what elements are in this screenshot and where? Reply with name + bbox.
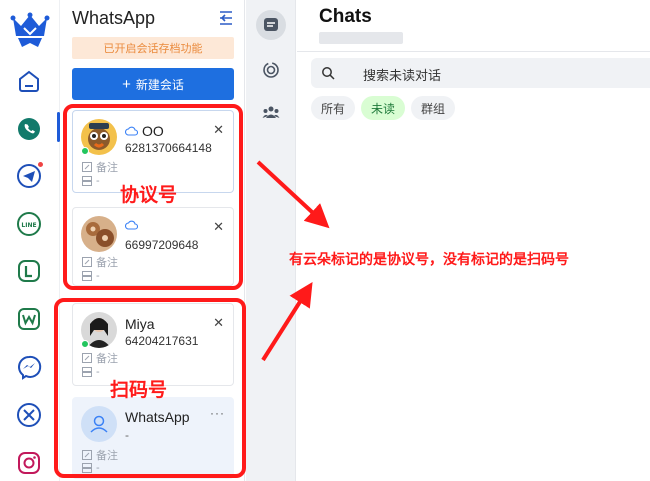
plus-icon: + [122,75,131,93]
chats-panel: Chats 搜索未读对话 所有 未读 群组 [297,0,650,481]
communities-icon[interactable] [256,97,286,127]
search-icon [322,67,335,80]
home-icon[interactable] [16,68,42,94]
annotation-note: 有云朵标记的是协议号，没有标记的是扫码号 [289,252,569,268]
collapse-icon[interactable] [217,9,235,27]
scan-label: 扫码号 [110,379,168,401]
messenger-icon[interactable] [16,354,42,380]
protocol-label: 协议号 [120,184,178,206]
chats-header: Chats [297,0,650,52]
search-placeholder: 搜索未读对话 [363,68,442,83]
new-chat-button[interactable]: + 新建会话 [72,68,234,100]
telegram-icon[interactable] [16,161,44,189]
whatsapp-nav [246,0,296,481]
panel-title: WhatsApp [72,8,156,28]
new-chat-label: 新建会话 [135,77,184,92]
svg-text:LINE: LINE [21,222,36,229]
status-icon[interactable] [256,55,286,85]
search-input[interactable]: 搜索未读对话 [311,58,650,88]
filter-groups[interactable]: 群组 [411,96,456,120]
app-rail: LINE [0,0,60,481]
crown-logo [10,12,50,47]
whatsapp-icon[interactable] [16,116,42,142]
filter-unread[interactable]: 未读 [361,96,406,120]
notification-badge [37,161,44,168]
chats-icon[interactable] [256,10,286,40]
wecom-icon[interactable] [16,306,42,332]
redacted-subtitle [319,32,403,44]
x-icon[interactable] [16,402,42,428]
instagram-icon[interactable] [16,450,42,476]
page-title: Chats [319,6,372,27]
line-icon[interactable]: LINE [16,211,42,237]
archive-status-banner: 已开启会话存档功能 [72,37,234,59]
filter-chips: 所有 未读 群组 [311,96,456,120]
filter-all[interactable]: 所有 [311,96,356,120]
active-indicator [57,112,60,142]
line-business-icon[interactable] [16,258,42,284]
